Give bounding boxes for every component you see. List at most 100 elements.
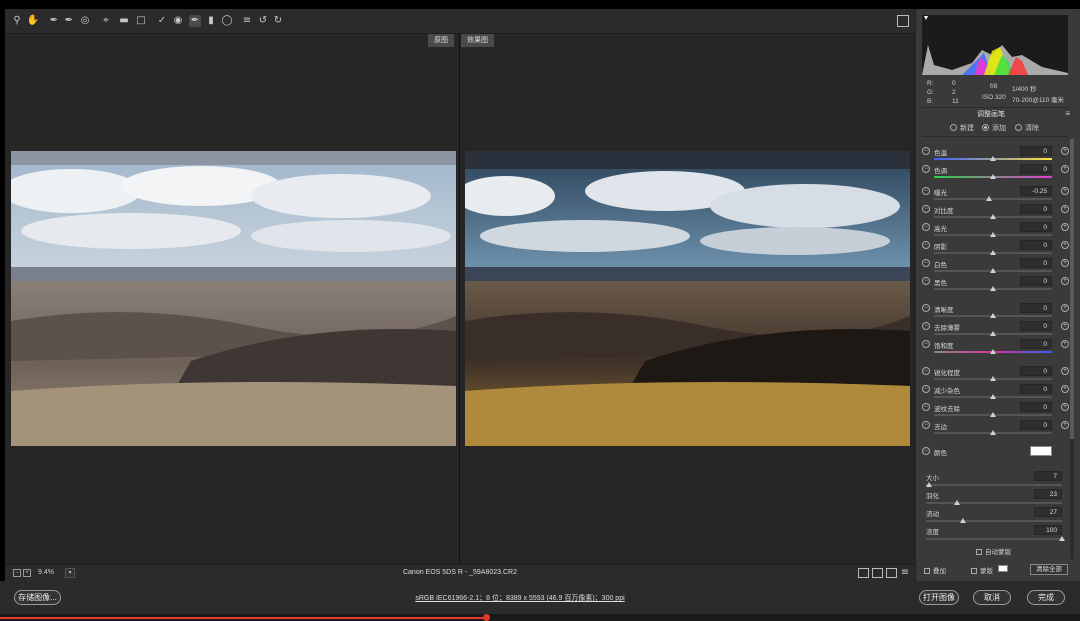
decrease-icon[interactable]: −: [922, 205, 930, 213]
slider-thumb[interactable]: [990, 286, 996, 291]
slider-thumb[interactable]: [986, 196, 993, 201]
spot-removal-icon[interactable]: ✓: [156, 15, 168, 27]
slider-value-field[interactable]: 0: [1020, 303, 1052, 313]
increase-icon[interactable]: +: [1061, 367, 1069, 375]
radial-filter-icon[interactable]: ◯: [221, 15, 233, 27]
decrease-icon[interactable]: −: [922, 277, 930, 285]
slider-thumb[interactable]: [990, 250, 996, 255]
decrease-icon[interactable]: −: [922, 385, 930, 393]
rotate-left-icon[interactable]: ↺: [257, 15, 269, 27]
color-sampler-icon[interactable]: ✒: [63, 15, 75, 27]
slider-value-field[interactable]: 0: [1020, 402, 1052, 412]
brush-track[interactable]: [926, 502, 1062, 504]
increase-icon[interactable]: +: [1061, 205, 1069, 213]
increase-icon[interactable]: +: [1061, 403, 1069, 411]
decrease-icon[interactable]: −: [922, 165, 930, 173]
before-photo[interactable]: [11, 151, 456, 446]
done-button[interactable]: 完成: [1027, 590, 1065, 605]
video-progress-bar[interactable]: [0, 614, 1080, 621]
decrease-icon[interactable]: −: [922, 147, 930, 155]
hand-tool-icon[interactable]: ✋: [27, 15, 39, 27]
increase-icon[interactable]: +: [1061, 421, 1069, 429]
increase-icon[interactable]: +: [1061, 385, 1069, 393]
decrease-icon[interactable]: −: [922, 322, 930, 330]
brush-value-field[interactable]: 7: [1034, 471, 1062, 481]
brush-thumb[interactable]: [925, 482, 932, 487]
brush-value-field[interactable]: 27: [1034, 507, 1062, 517]
slider-value-field[interactable]: 0: [1020, 366, 1052, 376]
slider-value-field[interactable]: 0: [1020, 240, 1052, 250]
slider-value-field[interactable]: 0: [1020, 164, 1052, 174]
panel-scrollbar[interactable]: [1070, 139, 1074, 559]
slider-value-field[interactable]: 0: [1020, 276, 1052, 286]
slider-value-field[interactable]: 0: [1020, 384, 1052, 394]
slider-value-field[interactable]: 0: [1020, 146, 1052, 156]
slider-thumb[interactable]: [990, 268, 996, 273]
slider-thumb[interactable]: [990, 232, 996, 237]
slider-thumb[interactable]: [990, 412, 996, 417]
copy-settings-icon[interactable]: [886, 568, 897, 578]
decrease-icon[interactable]: −: [922, 241, 930, 249]
slider-value-field[interactable]: 0: [1020, 420, 1052, 430]
fullscreen-icon[interactable]: [897, 15, 909, 27]
slider-thumb[interactable]: [990, 349, 996, 354]
decrease-icon[interactable]: −: [922, 340, 930, 348]
decrease-icon[interactable]: −: [922, 223, 930, 231]
white-balance-tool-icon[interactable]: ✒: [48, 15, 60, 27]
slider-value-field[interactable]: 0: [1020, 222, 1052, 232]
after-photo[interactable]: [465, 151, 910, 446]
increase-icon[interactable]: +: [1061, 147, 1069, 155]
slider-value-field[interactable]: -0.25: [1020, 186, 1052, 196]
increase-icon[interactable]: +: [1061, 277, 1069, 285]
slider-thumb[interactable]: [990, 394, 996, 399]
slider-thumb[interactable]: [990, 156, 996, 161]
mode-erase[interactable]: 清除: [1015, 123, 1039, 133]
slider-thumb[interactable]: [990, 331, 996, 336]
overlay-checkbox[interactable]: 叠加: [924, 565, 946, 575]
slider-thumb[interactable]: [990, 214, 996, 219]
mode-new[interactable]: 新建: [950, 123, 974, 133]
open-image-button[interactable]: 打开图像: [919, 590, 959, 605]
adjustment-brush-icon[interactable]: ✒: [189, 15, 201, 27]
increase-icon[interactable]: +: [1061, 259, 1069, 267]
menu-icon[interactable]: ≡: [1065, 109, 1070, 118]
brush-thumb[interactable]: [959, 518, 966, 523]
slider-value-field[interactable]: 0: [1020, 258, 1052, 268]
increase-icon[interactable]: +: [1061, 340, 1069, 348]
mask-color-swatch[interactable]: [998, 565, 1008, 572]
target-adjust-icon[interactable]: ◎: [79, 15, 91, 27]
clear-all-button[interactable]: 清除全部: [1030, 564, 1068, 575]
swap-views-icon[interactable]: [872, 568, 883, 578]
progress-knob[interactable]: [483, 614, 490, 621]
brush-track[interactable]: [926, 520, 1062, 522]
graduated-filter-icon[interactable]: ▮: [205, 15, 217, 27]
brush-value-field[interactable]: 100: [1034, 525, 1062, 535]
mask-checkbox[interactable]: 蒙版: [971, 565, 993, 575]
color-swatch[interactable]: [1030, 446, 1052, 456]
increase-icon[interactable]: +: [1061, 241, 1069, 249]
brush-value-field[interactable]: 23: [1034, 489, 1062, 499]
auto-mask-checkbox[interactable]: 自动蒙版: [976, 546, 1011, 556]
preferences-icon[interactable]: ≡: [241, 15, 253, 27]
zoom-tool-icon[interactable]: ⚲: [11, 15, 23, 27]
decrease-icon[interactable]: −: [922, 403, 930, 411]
increase-icon[interactable]: +: [1061, 187, 1069, 195]
workflow-options-link[interactable]: sRGB IEC61966-2.1；8 位；8389 x 5593 (46.9 …: [0, 593, 1040, 603]
increase-icon[interactable]: +: [1061, 223, 1069, 231]
slider-value-field[interactable]: 0: [1020, 339, 1052, 349]
rotate-right-icon[interactable]: ↻: [272, 15, 284, 27]
toggle-settings-icon[interactable]: ≡: [899, 567, 911, 579]
slider-value-field[interactable]: 0: [1020, 321, 1052, 331]
mode-add[interactable]: 添加: [982, 123, 1006, 133]
brush-thumb[interactable]: [954, 500, 961, 505]
slider-thumb[interactable]: [990, 313, 996, 318]
slider-value-field[interactable]: 0: [1020, 204, 1052, 214]
cancel-button[interactable]: 取消: [973, 590, 1011, 605]
increase-icon[interactable]: +: [1061, 322, 1069, 330]
slider-track[interactable]: [934, 198, 1052, 200]
crop-tool-icon[interactable]: ⌖: [100, 15, 112, 27]
view-mode-icon[interactable]: [858, 568, 869, 578]
brush-track[interactable]: [926, 538, 1062, 540]
decrease-icon[interactable]: −: [922, 367, 930, 375]
increase-icon[interactable]: +: [1061, 304, 1069, 312]
